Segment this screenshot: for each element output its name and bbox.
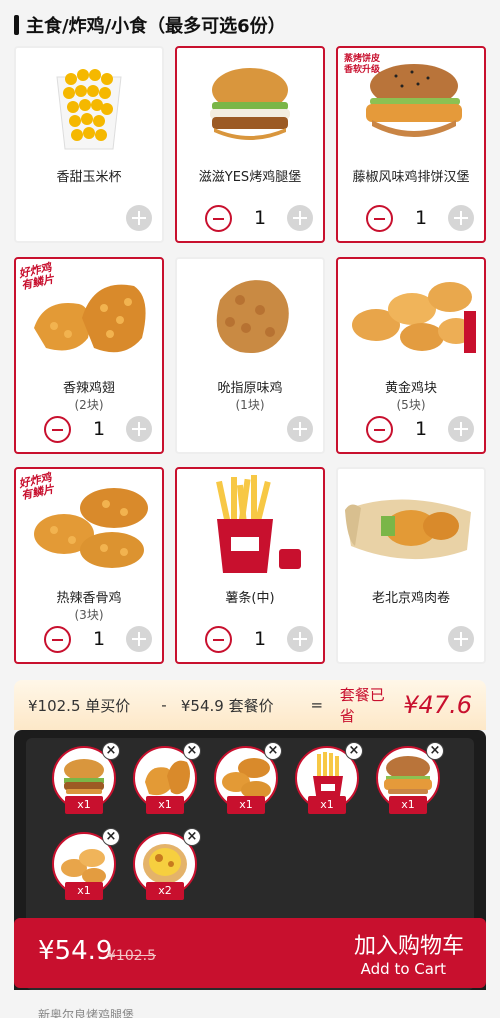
product-name: 老北京鸡肉卷: [371, 591, 450, 606]
add-to-cart-label[interactable]: 加入购物车: [354, 928, 464, 960]
remove-item-button[interactable]: ×: [264, 742, 282, 760]
original-total: ¥102.5 单买价: [28, 696, 131, 715]
wrap-icon: [338, 469, 484, 581]
quantity: 1: [414, 207, 428, 229]
section-marker: [14, 15, 19, 35]
remove-item-button[interactable]: ×: [345, 742, 363, 760]
product-name: 热辣香骨鸡: [56, 591, 122, 606]
product-name: 香甜玉米杯: [56, 170, 122, 185]
fries-icon: [177, 469, 323, 581]
product-count: (1块): [235, 398, 265, 412]
burger-icon: [338, 48, 484, 160]
cart-item-qty: x1: [308, 796, 346, 814]
burger-icon: [177, 48, 323, 160]
remove-item-button[interactable]: ×: [102, 742, 120, 760]
product-name: 藤椒风味鸡排饼汉堡: [352, 170, 470, 185]
cart-item[interactable]: x1 ×: [376, 742, 444, 814]
add-button[interactable]: [287, 416, 313, 442]
add-button[interactable]: [126, 416, 152, 442]
fried-chicken-icon: [177, 259, 323, 371]
product-card-nuggets[interactable]: 黄金鸡块 (5块) 1: [336, 257, 486, 454]
add-button[interactable]: [126, 205, 152, 231]
remove-item-button[interactable]: ×: [102, 828, 120, 846]
minus-button[interactable]: [366, 416, 393, 443]
product-card-spicy-wings[interactable]: 好炸鸡 有鳞片 香辣鸡翅 (2块) 1: [14, 257, 164, 454]
cart-item-qty: x1: [389, 796, 427, 814]
product-card-corn[interactable]: 香甜玉米杯: [14, 46, 164, 243]
add-button[interactable]: [448, 626, 474, 652]
product-card-original-chicken[interactable]: 吮指原味鸡 (1块): [175, 257, 325, 454]
product-card-hot-bone-chicken[interactable]: 好炸鸡 有鳞片 热辣香骨鸡 (3块) 1: [14, 467, 164, 664]
product-name: 滋滋YES烤鸡腿堡: [198, 170, 302, 185]
chicken-wing-icon: [16, 469, 162, 581]
cart-item-qty: x1: [65, 796, 103, 814]
savings-label: 套餐已省: [339, 686, 385, 725]
savings-amount: ¥47.6: [403, 691, 472, 719]
minus-button[interactable]: [44, 416, 71, 443]
product-count: (3块): [74, 608, 104, 622]
nuggets-icon: [338, 259, 484, 371]
add-button[interactable]: [287, 626, 313, 652]
add-button[interactable]: [126, 626, 152, 652]
next-item-peek: 新奥尔良烤鸡腿堡: [38, 1008, 135, 1018]
minus-button[interactable]: [205, 205, 232, 232]
minus-button[interactable]: [366, 205, 393, 232]
cart-item[interactable]: x1 ×: [214, 742, 282, 814]
add-button[interactable]: [448, 205, 474, 231]
chicken-wing-icon: [16, 259, 162, 371]
section-header: 主食/炸鸡/小食（最多可选6份）: [14, 12, 286, 38]
cart-item[interactable]: x2 ×: [133, 828, 201, 900]
package-total-price: ¥54.9: [38, 936, 113, 966]
add-to-cart-bar[interactable]: ¥54.9 ¥102.5 加入购物车 Add to Cart: [14, 918, 486, 988]
product-card-pepper-burger[interactable]: 蒸烤饼皮 香软升级 藤椒风味鸡排饼汉堡 1: [336, 46, 486, 243]
cart-item-qty: x1: [227, 796, 265, 814]
cart-item-qty: x1: [65, 882, 103, 900]
cart-item[interactable]: x1 ×: [52, 742, 120, 814]
product-count: (2块): [74, 398, 104, 412]
add-to-cart-label-en[interactable]: Add to Cart: [361, 960, 446, 978]
quantity: 1: [92, 418, 106, 440]
product-name: 黄金鸡块: [384, 381, 437, 396]
quantity: 1: [92, 628, 106, 650]
remove-item-button[interactable]: ×: [183, 828, 201, 846]
cart-item-qty: x1: [146, 796, 184, 814]
cart-item[interactable]: x1 ×: [52, 828, 120, 900]
cart-item[interactable]: x1 ×: [133, 742, 201, 814]
quantity: 1: [253, 628, 267, 650]
quantity: 1: [414, 418, 428, 440]
product-name: 香辣鸡翅: [62, 381, 115, 396]
add-button[interactable]: [287, 205, 313, 231]
product-name: 薯条(中): [225, 591, 275, 606]
equals-sign: =: [310, 696, 324, 714]
product-card-chicken-wrap[interactable]: 老北京鸡肉卷: [336, 467, 486, 664]
cart-item[interactable]: x1 ×: [295, 742, 363, 814]
cart-item-qty: x2: [146, 882, 184, 900]
quantity: 1: [253, 207, 267, 229]
corn-cup-icon: [16, 48, 162, 160]
minus-button[interactable]: [205, 626, 232, 653]
original-price: ¥102.5: [107, 948, 156, 964]
package-price: ¥54.9 套餐价: [180, 696, 274, 715]
product-count: (5块): [396, 398, 426, 412]
remove-item-button[interactable]: ×: [426, 742, 444, 760]
product-name: 吮指原味鸡: [217, 381, 283, 396]
product-card-fries[interactable]: 薯条(中) 1: [175, 467, 325, 664]
minus-button[interactable]: [44, 626, 71, 653]
section-title: 主食/炸鸡/小食（最多可选6份）: [26, 16, 286, 37]
product-card-burger-yes[interactable]: 滋滋YES烤鸡腿堡 1: [175, 46, 325, 243]
price-summary: ¥102.5 单买价 - ¥54.9 套餐价 = 套餐已省 ¥47.6: [14, 680, 486, 730]
minus-sign: -: [161, 696, 167, 714]
remove-item-button[interactable]: ×: [183, 742, 201, 760]
add-button[interactable]: [448, 416, 474, 442]
